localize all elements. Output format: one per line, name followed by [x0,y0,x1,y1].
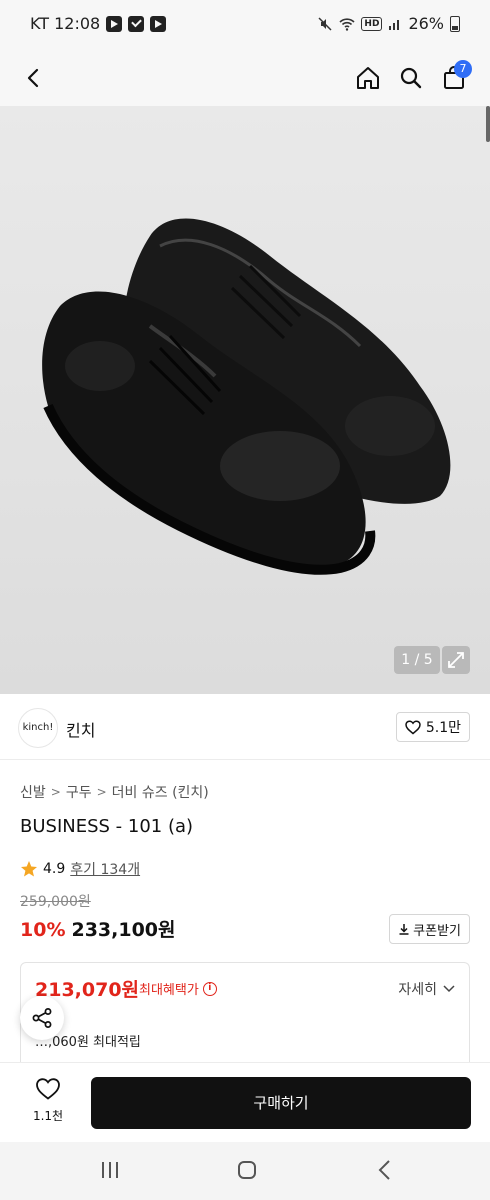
youtube-notification-icon-2 [150,15,167,32]
brand-like-button[interactable]: 5.1만 [395,712,470,742]
status-right: HD 26% [317,14,460,33]
breadcrumb: 신발 > 구두 > 더비 슈즈 (킨치) [20,782,209,802]
back-button[interactable] [14,58,54,98]
battery-icon [450,15,460,32]
search-button[interactable] [391,58,431,98]
brand-row: kinch! 킨치 5.1만 [0,694,490,760]
star-icon [21,861,37,877]
coupon-download-button[interactable]: 쿠폰받기 [389,914,470,944]
heart-icon [405,719,421,734]
system-navigation-bar [0,1142,490,1200]
coupon-label: 쿠폰받기 [413,923,461,939]
mute-icon [318,16,332,31]
download-icon [399,924,409,935]
recent-apps-button[interactable] [98,1158,122,1186]
status-left: KT 12:08 [30,14,167,33]
bottom-action-bar: 1.1천 구매하기 [0,1062,490,1142]
home-button[interactable] [348,58,388,98]
cart-button[interactable]: 7 [434,58,474,98]
battery-percent: 26% [408,14,444,33]
share-button[interactable] [20,996,64,1040]
detail-label: 자세히 [398,982,437,998]
product-image-gallery[interactable] [0,106,490,694]
wishlist-count: 1.1천 [32,1109,64,1123]
cart-count-badge: 7 [454,60,472,78]
breadcrumb-item-shoes[interactable]: 신발 [20,782,46,802]
search-icon [400,67,422,89]
heart-icon [36,1078,60,1100]
brand-logo[interactable]: kinch! [18,708,58,748]
back-nav-button[interactable] [373,1158,397,1186]
hd-voice-icon: HD [361,16,383,31]
chevron-right-icon: > [96,785,107,799]
back-nav-icon [378,1160,390,1180]
benefit-detail-toggle[interactable]: 자세히 [398,979,455,999]
checkbox-notification-icon [128,15,145,32]
chevron-right-icon: > [50,785,61,799]
max-benefit-label[interactable]: 최대혜택가 i [139,979,217,998]
expand-image-button[interactable] [442,646,470,674]
product-image-derby-shoes [42,218,451,575]
home-nav-icon [238,1161,256,1179]
recent-apps-icon [102,1162,118,1178]
original-price: 259,000원 [20,894,91,910]
discount-rate: 10% [20,919,66,941]
review-count-link[interactable]: 후기 134개 [70,859,140,879]
page-scrollbar[interactable] [486,106,490,142]
max-benefit-panel: 213,070원 최대혜택가 i 자세히 …,060원 최대적립 [20,962,470,1072]
top-app-bar: 7 [0,52,490,106]
share-icon [32,1008,52,1028]
rating-value: 4.9 [43,861,66,877]
back-icon [27,68,39,88]
brand-name[interactable]: 킨치 [66,717,95,741]
sale-price: 233,100원 [71,919,176,941]
signal-icon [389,19,400,30]
wishlist-button[interactable]: 1.1천 [26,1077,70,1124]
breadcrumb-item-dress-shoes[interactable]: 구두 [66,782,92,802]
info-icon: i [202,981,217,996]
brand-like-count: 5.1만 [425,720,461,736]
home-nav-button[interactable] [235,1158,259,1186]
expand-icon [448,652,464,668]
wifi-icon [339,17,355,31]
chevron-down-icon [443,985,455,993]
breadcrumb-item-derby[interactable]: 더비 슈즈 (킨치) [112,782,209,802]
rating-row: 4.9 후기 134개 [20,859,140,879]
status-bar: KT 12:08 HD 26% [0,0,490,52]
product-title: BUSINESS - 101 (a) [20,816,194,837]
youtube-notification-icon [106,15,123,32]
buy-button[interactable]: 구매하기 [91,1077,471,1129]
carrier-time: KT 12:08 [30,14,101,33]
max-benefit-label-text: 최대혜택가 [139,983,199,998]
home-icon [357,67,379,89]
price-row: 10% 233,100원 [20,915,176,942]
gallery-page-indicator: 1 / 5 [394,646,440,674]
